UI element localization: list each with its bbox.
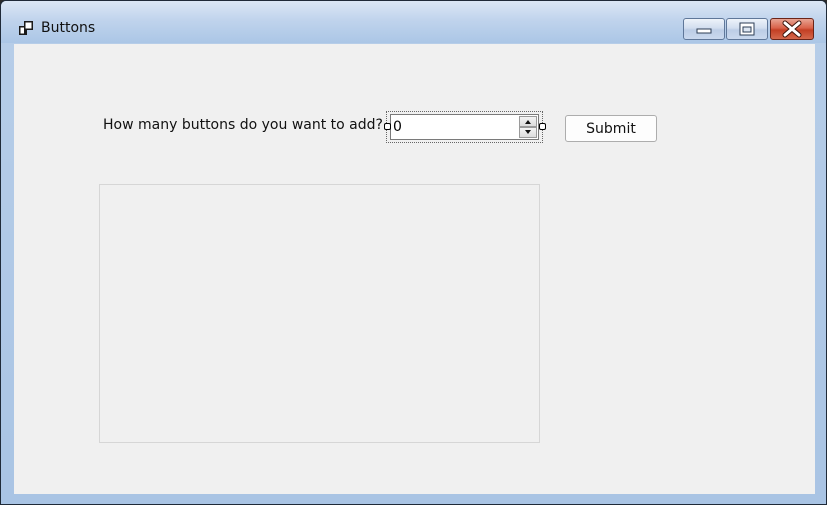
app-window: Buttons How many buttons do you want to …	[0, 0, 827, 505]
prompt-label: How many buttons do you want to add?	[103, 117, 383, 133]
title-bar[interactable]: Buttons	[1, 1, 826, 43]
spin-up-button[interactable]	[519, 116, 537, 127]
button-count-stepper[interactable]: 0	[390, 114, 539, 140]
resize-handle-left[interactable]	[384, 123, 391, 130]
close-icon	[782, 20, 802, 38]
spin-buttons	[519, 116, 537, 138]
close-button[interactable]	[770, 18, 814, 40]
resize-handle-right[interactable]	[539, 123, 546, 130]
minimize-button[interactable]	[683, 18, 725, 40]
form-icon	[19, 21, 33, 35]
minimize-icon	[696, 28, 712, 34]
submit-button[interactable]: Submit	[565, 115, 657, 142]
buttons-panel	[99, 184, 540, 443]
form-client-area: How many buttons do you want to add? 0 S…	[14, 44, 815, 494]
arrow-down-icon	[525, 130, 531, 134]
arrow-up-icon	[525, 120, 531, 124]
maximize-icon	[739, 22, 755, 36]
button-count-value[interactable]: 0	[393, 119, 402, 135]
window-title: Buttons	[41, 20, 96, 36]
maximize-button[interactable]	[726, 18, 768, 40]
spin-down-button[interactable]	[519, 127, 537, 138]
